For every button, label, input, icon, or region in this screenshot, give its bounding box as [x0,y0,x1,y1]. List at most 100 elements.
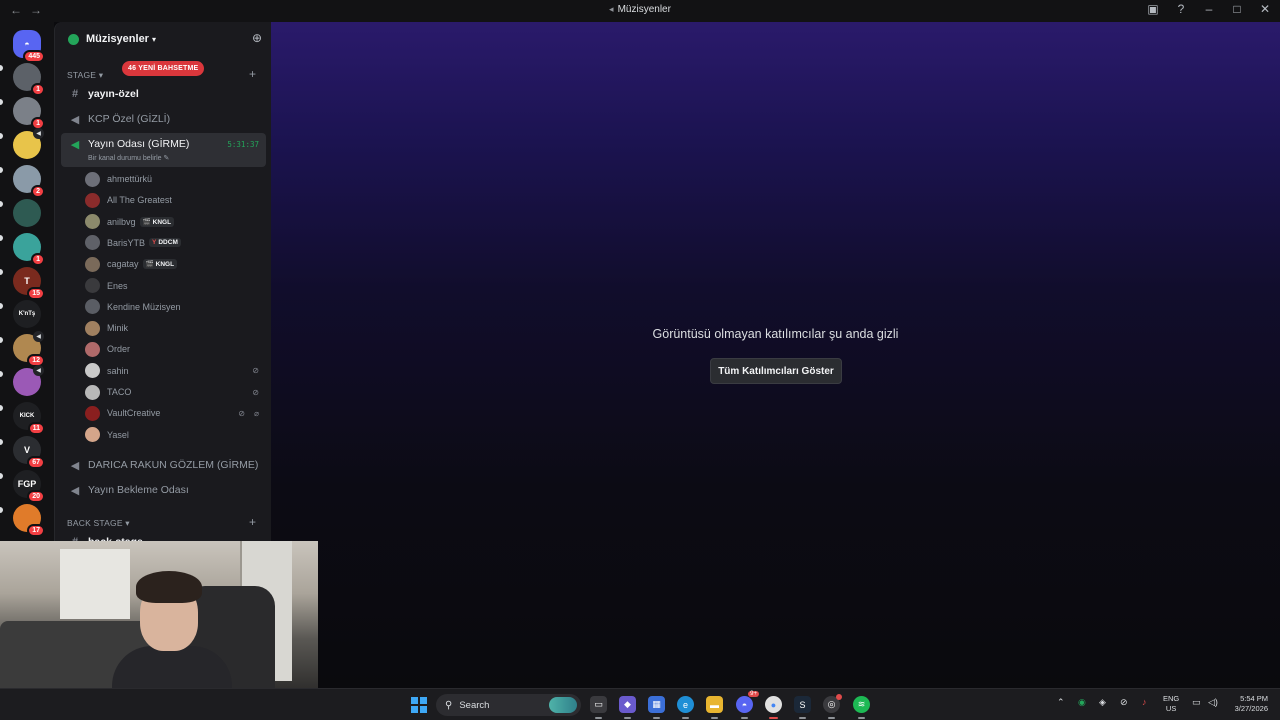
server-glyph: FGP [17,479,37,489]
server-icon-s5[interactable] [13,199,41,227]
voice-user[interactable]: Minik [85,318,265,338]
channel-status-prompt[interactable]: Bir kanal durumu belirle ✎ [88,154,169,162]
voice-user[interactable]: All The Greatest [85,190,265,210]
server-icon-s1[interactable]: 1 [13,63,45,96]
unread-pill [0,99,3,105]
running-indicator [624,717,631,719]
unread-pill [0,167,3,173]
new-mentions-badge[interactable]: 46 YENİ BAHSETME [122,61,205,76]
server-icon-s6[interactable]: 1 [13,233,45,266]
network-muted-icon[interactable]: ⊘ [1120,697,1128,708]
voice-user[interactable]: Kendine Müzisyen [85,297,265,317]
app-glyph: ≋ [857,699,866,709]
channel-label: DARICA RAKUN GÖZLEM (GİRME) [88,459,259,471]
minimize-icon[interactable]: – [1202,2,1216,16]
maximize-icon[interactable]: □ [1230,2,1244,16]
voice-user[interactable]: sahin ⊘ [85,361,265,381]
voice-user[interactable]: cagatay 🎬 KNGL [85,254,265,274]
voice-user[interactable]: BarisYTB Y DDCM [85,233,265,253]
voice-user[interactable]: VaultCreative ⊘ ⌀ [85,403,265,423]
voice-user-name: Order [107,344,131,355]
unread-badge: 17 [27,524,45,537]
voice-user[interactable]: ahmettürkü [85,169,265,189]
server-header[interactable]: Müzisyenler ▾ ⊕ [55,22,271,56]
voice-user[interactable]: Order [85,339,265,359]
spotify-app-icon[interactable]: ≋ [853,696,870,719]
explorer-app-icon[interactable]: ▬ [706,696,723,719]
task-view-app-icon[interactable]: ▭ [590,696,607,719]
inbox-icon[interactable]: ▣ [1146,2,1160,16]
server-icon-s7[interactable]: T 15 [13,267,45,300]
running-indicator [799,717,806,719]
app-glyph: ◎ [827,699,836,709]
server-tag-icon: 🎬 [142,218,151,226]
category-stage[interactable]: STAGE ▾ + [67,67,256,81]
help-icon[interactable]: ? [1174,2,1188,16]
unread-pill [0,235,3,241]
voice-user[interactable]: Yasel [85,425,265,445]
speaker-icon: ◀ [70,139,80,151]
channel-bekleme-odasi[interactable]: ◀ Yayın Bekleme Odası [61,479,266,501]
server-tag-label: KNGL [152,218,172,226]
microphone-icon[interactable]: ♪ [1142,697,1147,707]
channel-yayin-ozel[interactable]: # yayın-özel [61,83,266,105]
channel-kcp-ozel[interactable]: ◀ KCP Özel (GİZLİ) [61,108,266,130]
server-icon-s10[interactable]: ◀ [13,365,44,396]
create-channel-icon[interactable]: + [249,67,256,81]
taskbar-clock[interactable]: 5:54 PM 3/27/2026 [1228,694,1268,714]
server-icon-s2[interactable]: 1 [13,97,45,130]
display-icon[interactable]: ▭ [1192,697,1201,708]
create-channel-icon[interactable]: + [249,515,256,529]
channel-darica[interactable]: ◀ DARICA RAKUN GÖZLEM (GİRME) [61,454,266,476]
running-indicator [653,717,660,719]
chevron-up-icon[interactable]: ⌃ [1057,697,1065,708]
server-icon-s14[interactable]: 17 [13,504,45,537]
server-icon-s4[interactable]: 2 [13,165,45,198]
voice-user[interactable]: TACO ⊘ [85,382,265,402]
voice-user[interactable]: anilbvg 🎬 KNGL [85,212,265,232]
server-tag: 🎬 KNGL [142,259,178,270]
search-label: Search [459,699,490,711]
category-back-stage[interactable]: BACK STAGE ▾ + [67,515,256,529]
discord-app-icon[interactable]: ◓ 9+ [736,691,759,719]
clock-time: 5:54 PM [1240,694,1268,703]
unread-badge: 20 [27,490,45,503]
speaker-icon: ◂ [609,4,614,14]
server-icon-home[interactable]: ◓ 445 [13,30,45,63]
invite-people-icon[interactable]: ⊕ [252,31,262,45]
volume-icon[interactable]: ◁) [1208,697,1218,708]
steam-tray-icon[interactable]: ◈ [1099,697,1106,708]
chrome-app-icon[interactable]: ● [765,696,782,719]
store-app-icon[interactable]: ▦ [648,696,665,719]
obs-app-icon[interactable]: ◎ [823,694,842,719]
window-title-text: Müzisyenler [617,4,671,15]
server-icon-s9[interactable]: 12 ◀ [13,331,45,367]
channel-yayin-odasi[interactable]: ◀ Yayın Odası (GİRME) 5:31:37 Bir kanal … [61,133,266,167]
show-all-participants-button[interactable]: Tüm Katılımcıları Göster [710,358,842,384]
taskbar-search[interactable]: ⚲ Search [436,694,581,716]
server-icon-s11[interactable]: KICK 11 [13,402,45,435]
tray-app-icon[interactable]: ◉ [1078,697,1086,708]
muted-mic-icon: ⊘ [238,408,245,418]
voice-user[interactable]: Enes [85,276,265,296]
server-icon-s13[interactable]: FGP 20 [13,470,45,503]
server-icon-s8[interactable]: K'nTş [13,300,41,328]
server-glyph: T [24,276,30,286]
search-highlight-image [549,697,577,713]
steam-app-icon[interactable]: S [794,696,811,719]
voice-user-name: anilbvg [107,216,136,227]
close-icon[interactable]: ✕ [1258,2,1272,16]
windows-start-icon[interactable] [411,697,427,713]
unread-badge: 445 [23,50,45,63]
avatar [85,235,100,251]
app-glyph: ▦ [652,699,661,709]
server-tag-label: KNGL [155,261,175,269]
language-indicator[interactable]: ENG US [1163,694,1179,714]
copilot-app-icon[interactable]: ◆ [619,696,636,719]
server-icon-s12[interactable]: V 67 [13,436,45,469]
server-icon-s3[interactable]: ◀ [13,128,44,159]
edge-app-icon[interactable]: e [677,696,694,719]
running-indicator [595,717,602,719]
taskbar: ⚲ Search ▭ ◆ ▦ e ▬ ◓ 9+ ● S ◎ ≋ ⌃ ◉ ◈ ⊘ ♪ ENG US ▭… [0,688,1280,720]
channel-label: yayın-özel [88,88,139,100]
